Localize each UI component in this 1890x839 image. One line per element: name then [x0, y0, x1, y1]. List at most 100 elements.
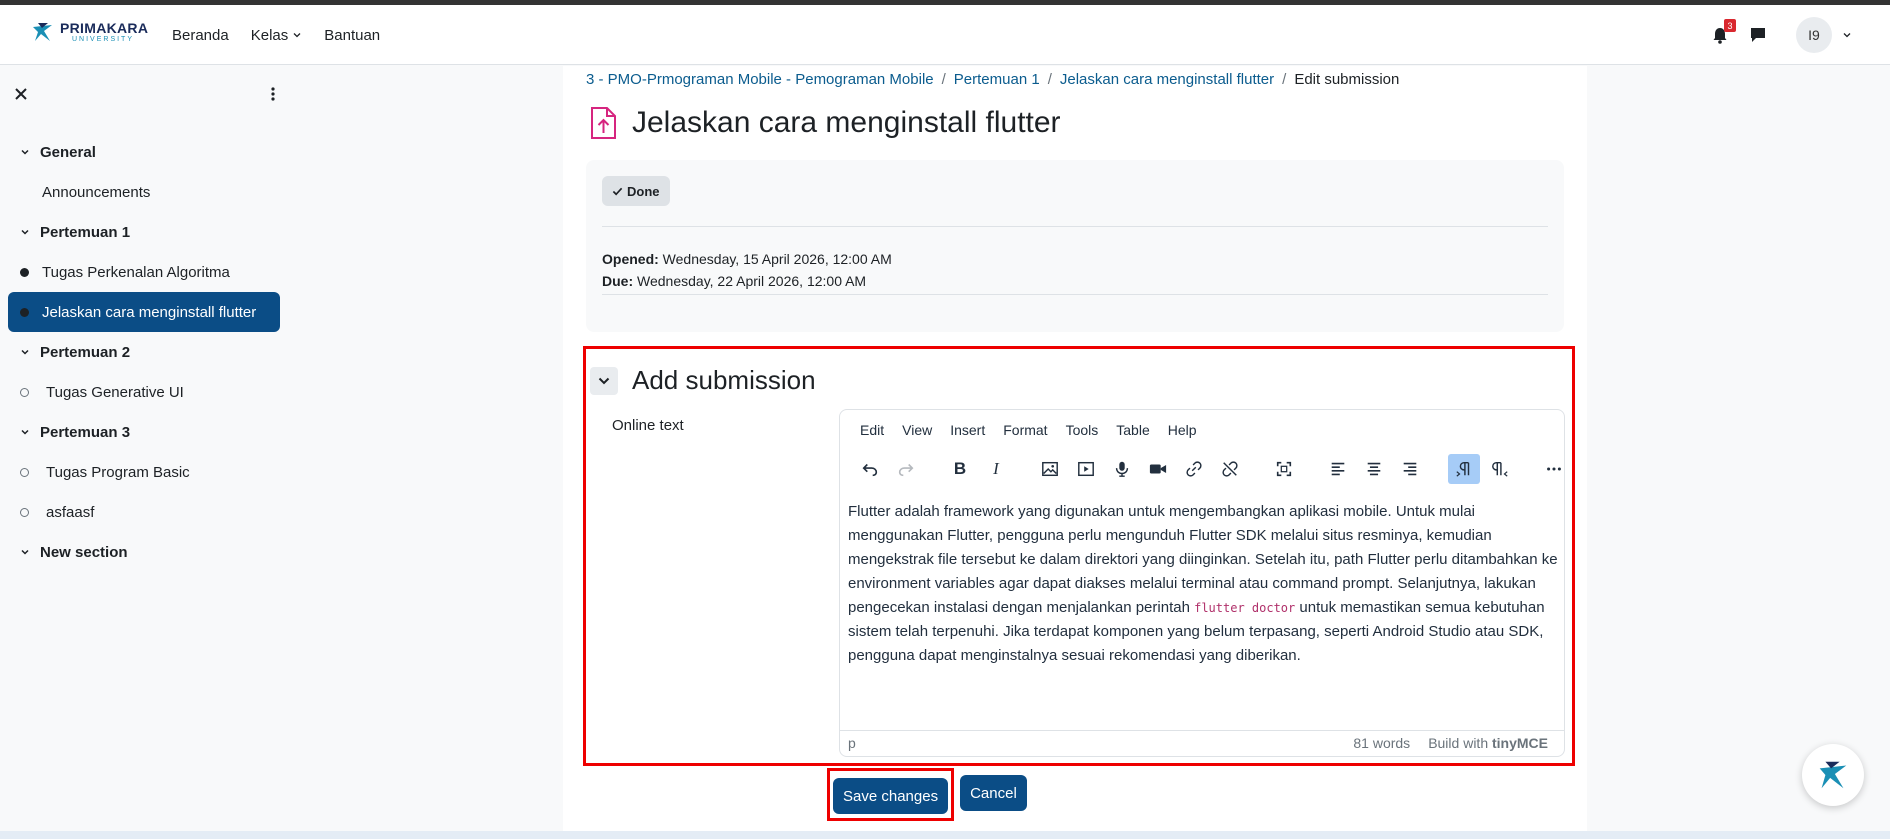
chevron-down-icon	[21, 229, 29, 235]
sidebar-section-new-section[interactable]: New section	[8, 532, 280, 572]
site-logo[interactable]: PRIMAKARA UNIVERSITY	[30, 19, 148, 45]
save-changes-button[interactable]: Save changes	[833, 778, 949, 814]
close-icon[interactable]	[14, 87, 28, 101]
online-text-label: Online text	[612, 417, 684, 434]
sidebar-item-label: Tugas Program Basic	[46, 463, 190, 481]
chevron-down-icon	[21, 349, 29, 355]
bold-icon: B	[953, 459, 967, 478]
menu-view[interactable]: View	[902, 422, 932, 438]
chevron-down-icon	[293, 33, 301, 38]
sidebar-section-pertemuan-1[interactable]: Pertemuan 1	[8, 212, 280, 252]
status-badge-label: Done	[627, 183, 660, 199]
sidebar-item-tugas-program-basic[interactable]: Tugas Program Basic	[8, 452, 280, 492]
align-left-button[interactable]	[1322, 454, 1354, 484]
image-icon	[1042, 461, 1058, 477]
rtl-button[interactable]	[1484, 454, 1516, 484]
record-video-button[interactable]	[1142, 454, 1174, 484]
record-audio-button[interactable]	[1106, 454, 1138, 484]
ltr-button[interactable]	[1448, 454, 1480, 484]
breadcrumb-separator: /	[1047, 71, 1052, 88]
word-count[interactable]: 81 words	[1353, 735, 1410, 751]
menu-edit[interactable]: Edit	[860, 422, 884, 438]
completion-circle-icon	[20, 468, 29, 477]
check-icon	[612, 187, 623, 195]
divider	[602, 226, 1548, 227]
unlink-button[interactable]	[1214, 454, 1246, 484]
inline-code: flutter doctor	[1194, 601, 1296, 615]
sidebar-section-title: New section	[40, 543, 128, 561]
notification-badge: 3	[1724, 19, 1736, 32]
nav-kelas-label: Kelas	[250, 26, 289, 44]
main-content: 3 - PMO-Prmograman Mobile - Pemograman M…	[563, 66, 1587, 839]
menu-help[interactable]: Help	[1168, 422, 1197, 438]
sidebar-section-general[interactable]: General	[8, 132, 280, 172]
editor-statusbar: p 81 words Build with tinyMCE	[840, 730, 1564, 756]
menu-table[interactable]: Table	[1116, 422, 1149, 438]
left-to-right-icon	[1456, 461, 1470, 477]
undo-button[interactable]	[854, 454, 886, 484]
powered-by: Build with tinyMCE	[1428, 735, 1548, 751]
sidebar-header	[14, 86, 276, 102]
align-right-button[interactable]	[1394, 454, 1426, 484]
chevron-down-icon	[1843, 33, 1851, 38]
sidebar-section-pertemuan-2[interactable]: Pertemuan 2	[8, 332, 280, 372]
avatar: I9	[1796, 17, 1832, 53]
tinymce-brand[interactable]: tinyMCE	[1492, 735, 1548, 751]
menu-format[interactable]: Format	[1003, 422, 1047, 438]
redo-icon	[898, 463, 914, 477]
primakara-logo-icon	[33, 23, 52, 41]
menu-tools[interactable]: Tools	[1066, 422, 1099, 438]
insert-media-button[interactable]	[1070, 454, 1102, 484]
insert-image-button[interactable]	[1034, 454, 1066, 484]
element-path[interactable]: p	[848, 735, 856, 751]
sidebar-section-pertemuan-3[interactable]: Pertemuan 3	[8, 412, 280, 452]
breadcrumb-course[interactable]: 3 - PMO-Prmograman Mobile - Pemograman M…	[586, 71, 934, 88]
sidebar-item-asfaasf[interactable]: asfaasf	[8, 492, 280, 532]
editor-toolbar: B I	[854, 454, 1570, 484]
align-center-button[interactable]	[1358, 454, 1390, 484]
cancel-button[interactable]: Cancel	[960, 775, 1027, 811]
editor-content[interactable]: Flutter adalah framework yang digunakan …	[848, 500, 1558, 668]
rich-text-editor: Edit View Insert Format Tools Table Help…	[839, 409, 1565, 757]
sidebar-item-announcements[interactable]: Announcements	[8, 172, 280, 212]
section-header: Add submission	[590, 365, 816, 396]
nav-kelas[interactable]: Kelas	[251, 27, 303, 44]
build-with-label: Build with	[1428, 735, 1489, 751]
messages-button[interactable]	[1748, 25, 1768, 45]
sidebar-item-tugas-generative-ui[interactable]: Tugas Generative UI	[8, 372, 280, 412]
chevron-down-icon	[21, 549, 29, 555]
page-title: Jelaskan cara menginstall flutter	[632, 106, 1061, 139]
activity-dates: Opened: Wednesday, 15 April 2026, 12:00 …	[602, 248, 892, 292]
logo-sub: UNIVERSITY	[72, 36, 135, 43]
redo-button[interactable]	[890, 454, 922, 484]
italic-button[interactable]: I	[980, 454, 1012, 484]
sidebar-item-tugas-perkenalan-algoritma[interactable]: Tugas Perkenalan Algoritma	[8, 252, 280, 292]
fullscreen-button[interactable]	[1268, 454, 1300, 484]
breadcrumb-separator: /	[1282, 71, 1287, 88]
completion-circle-icon	[20, 508, 29, 517]
insert-link-button[interactable]	[1178, 454, 1210, 484]
status-badge: Done	[602, 176, 670, 206]
course-index-sidebar: General Announcements Pertemuan 1 Tugas …	[0, 66, 286, 839]
sidebar-item-jelaskan-cara-menginstall-flutter[interactable]: Jelaskan cara menginstall flutter	[8, 292, 280, 332]
bottom-bar	[0, 831, 1890, 839]
notifications-button[interactable]: 3	[1710, 19, 1736, 45]
nav-beranda[interactable]: Beranda	[172, 27, 229, 44]
nav-bantuan[interactable]: Bantuan	[324, 27, 380, 44]
media-icon	[1078, 461, 1094, 477]
floating-help-button[interactable]	[1802, 744, 1864, 806]
bold-button[interactable]: B	[944, 454, 976, 484]
user-menu[interactable]: I9	[1796, 17, 1852, 53]
logo-name: PRIMAKARA	[60, 20, 149, 36]
collapse-section-button[interactable]	[590, 366, 618, 395]
more-vertical-icon[interactable]	[270, 86, 276, 102]
completion-dot-icon	[20, 268, 29, 277]
opened-value: Wednesday, 15 April 2026, 12:00 AM	[662, 251, 892, 267]
sidebar-section-title: Pertemuan 2	[40, 343, 131, 361]
breadcrumb-activity[interactable]: Jelaskan cara menginstall flutter	[1060, 71, 1274, 88]
more-toolbar-button[interactable]	[1538, 454, 1570, 484]
menu-insert[interactable]: Insert	[950, 422, 985, 438]
more-horizontal-icon	[1547, 467, 1561, 471]
save-highlight: Save changes	[827, 768, 955, 821]
breadcrumb-section[interactable]: Pertemuan 1	[954, 71, 1040, 88]
